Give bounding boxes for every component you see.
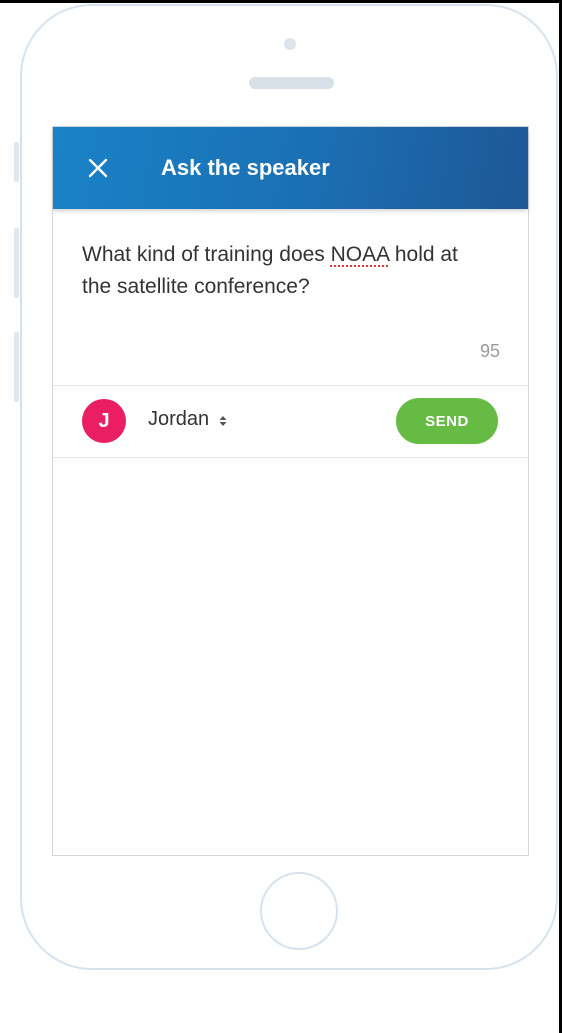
phone-camera (284, 38, 296, 50)
phone-speaker (249, 77, 334, 89)
divider-bottom (53, 457, 528, 458)
phone-home-button[interactable] (260, 872, 338, 950)
question-input[interactable]: What kind of training does NOAA hold at … (82, 239, 492, 303)
app-screen: Ask the speaker What kind of training do… (52, 126, 529, 856)
sort-icon (219, 414, 227, 426)
page-title: Ask the speaker (161, 155, 330, 180)
author-select[interactable]: Jordan (148, 408, 227, 431)
avatar: J (82, 399, 126, 443)
phone-side-button (14, 142, 19, 182)
screen-edge-top (0, 0, 562, 3)
close-icon[interactable] (87, 157, 109, 179)
author-name: Jordan (148, 408, 210, 430)
app-bar: Ask the speaker (53, 127, 528, 209)
phone-volume-down-button (14, 332, 19, 402)
question-text-start: What kind of training does (82, 243, 331, 266)
phone-volume-up-button (14, 228, 19, 298)
divider-top (53, 385, 528, 386)
character-counter: 95 (479, 341, 500, 361)
question-misspelled-word: NOAA (330, 243, 389, 266)
send-button[interactable]: SEND (396, 398, 498, 444)
